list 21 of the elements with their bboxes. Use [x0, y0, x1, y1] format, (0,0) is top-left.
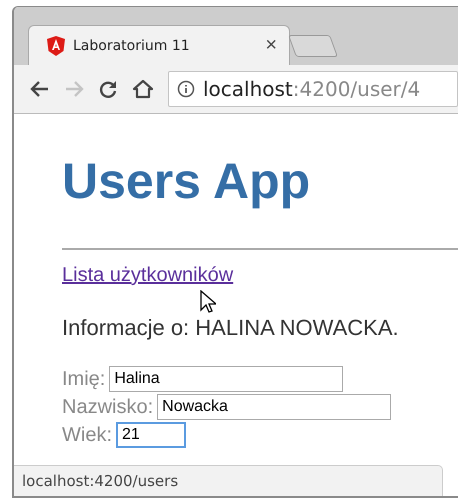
tab-title: Laboratorium 11 [73, 38, 191, 54]
home-button[interactable] [132, 79, 154, 99]
text-input[interactable]: Nowacka [157, 394, 392, 420]
close-tab-button[interactable]: × [265, 34, 277, 57]
field-label: Imię: [62, 368, 106, 390]
mouse-cursor-icon [200, 290, 216, 314]
shield-logo-icon [47, 36, 65, 56]
field-label: Wiek: [62, 424, 112, 446]
url-text: localhost:4200/user/4 [203, 77, 420, 101]
age-spinner[interactable]: 21 [116, 422, 186, 448]
page-heading: Users App [62, 152, 310, 210]
status-bar: localhost:4200/users [14, 465, 443, 496]
browser-tab[interactable]: Laboratorium 11 × [28, 25, 290, 65]
info-icon [177, 80, 195, 98]
reload-button[interactable] [98, 79, 118, 99]
user-info-text: Informacje o: HALINA NOWACKA. [62, 315, 400, 341]
field-label: Nazwisko: [62, 396, 154, 418]
text-input[interactable]: Halina [109, 366, 344, 392]
users-list-link[interactable]: Lista użytkowników [62, 264, 234, 286]
back-button[interactable] [30, 79, 50, 99]
address-bar[interactable]: localhost:4200/user/4 [168, 71, 458, 107]
